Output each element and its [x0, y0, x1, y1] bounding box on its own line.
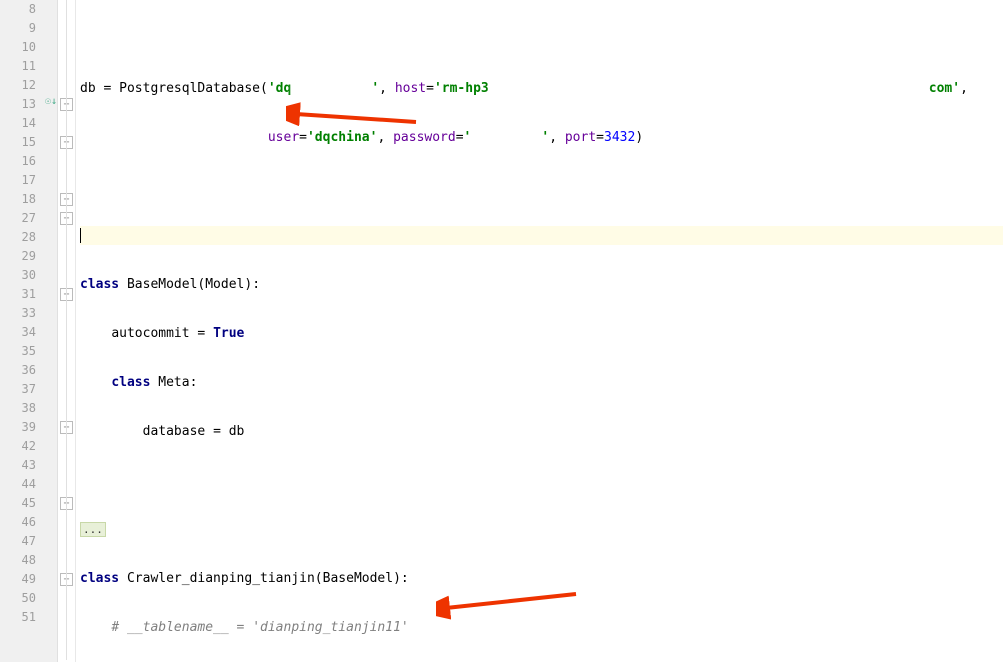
code-area[interactable]: db = PostgresqlDatabase('dq', host='rm-h…: [76, 0, 1003, 662]
code-line[interactable]: # __tablename__ = 'dianping_tianjin11': [80, 618, 1003, 637]
line-number: 15: [4, 133, 36, 152]
line-number: 42: [4, 437, 36, 456]
code-line[interactable]: user='dqchina', password='', port=3432): [80, 128, 1003, 147]
line-number: 47: [4, 532, 36, 551]
code-line[interactable]: class Meta:: [80, 373, 1003, 392]
code-line[interactable]: class Crawler_dianping_tianjin(BaseModel…: [80, 569, 1003, 588]
line-number: 29: [4, 247, 36, 266]
line-number: 31: [4, 285, 36, 304]
code-line[interactable]: [80, 177, 1003, 196]
line-number: 30: [4, 266, 36, 285]
line-number: 18: [4, 190, 36, 209]
fold-ellipsis[interactable]: ...: [80, 522, 106, 537]
redacted-text: [471, 131, 541, 145]
line-number: 36: [4, 361, 36, 380]
line-number: 8: [4, 0, 36, 19]
line-number: 35: [4, 342, 36, 361]
line-number: 17: [4, 171, 36, 190]
code-line[interactable]: ...: [80, 520, 1003, 539]
line-number: 50: [4, 589, 36, 608]
code-line[interactable]: autocommit = True: [80, 324, 1003, 343]
line-number: 39: [4, 418, 36, 437]
line-number: 12: [4, 76, 36, 95]
line-number: 45: [4, 494, 36, 513]
line-number: 34: [4, 323, 36, 342]
redacted-text: [291, 82, 371, 96]
code-line[interactable]: db = PostgresqlDatabase('dq', host='rm-h…: [80, 79, 1003, 98]
line-number: 27: [4, 209, 36, 228]
code-editor[interactable]: 8 9 10 11 12 13 14 15 16 17 18 27 28 29 …: [0, 0, 1003, 662]
line-number: 28: [4, 228, 36, 247]
code-line[interactable]: [80, 471, 1003, 490]
line-number: 11: [4, 57, 36, 76]
redacted-text: [489, 82, 929, 96]
line-number: 33: [4, 304, 36, 323]
line-number-gutter: 8 9 10 11 12 13 14 15 16 17 18 27 28 29 …: [0, 0, 44, 662]
code-line[interactable]: [80, 30, 1003, 49]
annotation-arrow-icon: [286, 100, 426, 130]
gutter-icon-column: ☉↓: [44, 0, 58, 662]
line-number: 48: [4, 551, 36, 570]
line-number: 37: [4, 380, 36, 399]
line-number: 13: [4, 95, 36, 114]
line-number: 10: [4, 38, 36, 57]
fold-guide: [66, 0, 67, 660]
line-number: 14: [4, 114, 36, 133]
fold-column: − − + − + + + −: [58, 0, 76, 662]
annotation-arrow-icon: [436, 590, 586, 620]
line-number: 9: [4, 19, 36, 38]
line-number: 44: [4, 475, 36, 494]
code-line[interactable]: class BaseModel(Model):: [80, 275, 1003, 294]
text-caret: [80, 228, 81, 243]
code-line-current[interactable]: [80, 226, 1003, 245]
line-number: 51: [4, 608, 36, 627]
line-number: 46: [4, 513, 36, 532]
line-number: 43: [4, 456, 36, 475]
code-line[interactable]: database = db: [80, 422, 1003, 441]
line-number: 38: [4, 399, 36, 418]
line-number: 49: [4, 570, 36, 589]
override-icon: ☉↓: [44, 96, 58, 107]
line-number: 16: [4, 152, 36, 171]
